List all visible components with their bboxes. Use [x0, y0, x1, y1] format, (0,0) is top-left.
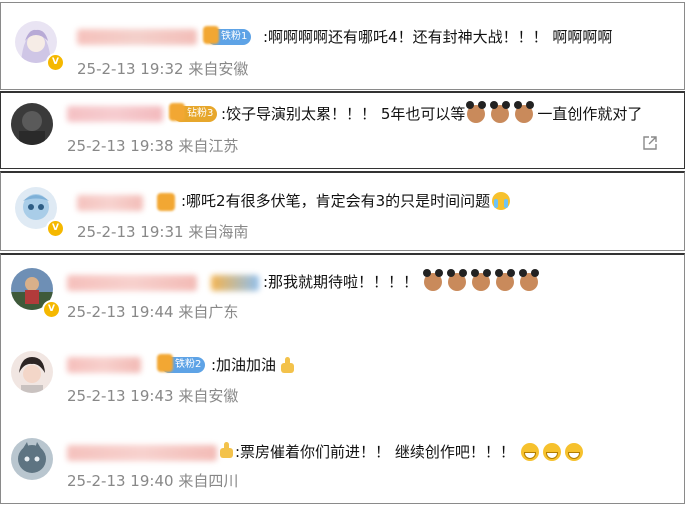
comment-location: 来自广东: [178, 303, 239, 321]
comment-text-part: :票房催着你们前进！！ 继续创作吧！！！: [235, 443, 515, 461]
comment-text-part: 一直创作就对了: [537, 105, 643, 123]
thumbs-up-emoji-icon: [217, 441, 235, 459]
comment-location: 来自四川: [178, 472, 239, 490]
comment-text: :票房催着你们前进！！ 继续创作吧！！！: [235, 442, 583, 462]
nezha-emoji-icon: [495, 269, 516, 291]
grin-emoji-icon: [542, 443, 561, 461]
nezha-emoji-icon: [519, 269, 540, 291]
comment-meta: 25-2-13 19:38 来自江苏: [67, 136, 238, 156]
crown-icon: [169, 103, 185, 121]
avatar[interactable]: [11, 438, 53, 480]
fan-badge: 铁粉2: [157, 354, 206, 373]
comment-time: 25-2-13 19:31: [77, 223, 184, 241]
comment-meta: 25-2-13 19:43 来自安徽: [67, 386, 238, 406]
crown-icon: [157, 193, 175, 211]
comment-text-part: :加油加油: [211, 356, 277, 374]
grin-emoji-icon: [520, 443, 539, 461]
comment-location: 来自安徽: [188, 60, 249, 78]
comment-card: V 铁粉1 :啊啊啊啊还有哪吒4！还有封神大战！！！ 啊啊啊啊 25-2-13 …: [0, 2, 685, 90]
comment-time: 25-2-13 19:32: [77, 60, 184, 78]
avatar[interactable]: [11, 103, 53, 145]
comment-text: :哪吒2有很多伏笔，肯定会有3的只是时间问题: [181, 191, 511, 211]
comment-meta: 25-2-13 19:32 来自安徽: [77, 59, 248, 79]
fan-badge: 铁粉1: [203, 26, 252, 45]
comment-meta: 25-2-13 19:31 来自海南: [77, 222, 248, 242]
verified-icon: V: [46, 53, 65, 72]
grin-emoji-icon: [564, 443, 583, 461]
nezha-emoji-icon: [423, 269, 444, 291]
fan-badge-label: 钻粉3: [187, 108, 214, 119]
username[interactable]: [67, 275, 197, 291]
fan-badge-label: 铁粉1: [221, 31, 248, 42]
comment-text: :饺子导演别太累！！！ 5年也可以等 一直创作就对了: [221, 101, 643, 124]
crown-icon: [157, 354, 173, 372]
username[interactable]: [77, 195, 143, 211]
cry-emoji-icon: [492, 192, 511, 210]
comment-card: 钻粉3 :饺子导演别太累！！！ 5年也可以等 一直创作就对了 25-2-13 19…: [0, 91, 685, 169]
username[interactable]: [67, 445, 217, 461]
share-icon[interactable]: [642, 135, 658, 151]
username[interactable]: [77, 29, 197, 45]
comment-text-part: :哪吒2有很多伏笔，肯定会有3的只是时间问题: [181, 192, 491, 210]
comment-text: :加油加油: [211, 355, 296, 375]
comment-text: :那我就期待啦！！！！: [263, 269, 540, 292]
comment-meta: 25-2-13 19:40 来自四川: [67, 471, 238, 491]
fan-badge: 钻粉3: [169, 103, 218, 122]
comment-text: :啊啊啊啊还有哪吒4！还有封神大战！！！ 啊啊啊啊: [263, 28, 613, 46]
verified-icon: V: [42, 300, 61, 319]
comment-card: V :哪吒2有很多伏笔，肯定会有3的只是时间问题 25-2-13 19:31 来…: [0, 171, 685, 251]
fan-badge: [211, 275, 259, 291]
thumbs-up-emoji-icon: [278, 356, 296, 374]
comment-time: 25-2-13 19:38: [67, 137, 174, 155]
comment-meta: 25-2-13 19:44 来自广东: [67, 302, 238, 322]
comment-location: 来自安徽: [178, 387, 239, 405]
nezha-emoji-icon: [466, 101, 487, 123]
comment-time: 25-2-13 19:40: [67, 472, 174, 490]
comment-location: 来自海南: [188, 223, 249, 241]
avatar[interactable]: [11, 351, 53, 393]
crown-icon: [203, 26, 219, 44]
comment-location: 来自江苏: [178, 137, 239, 155]
comment-text-part: :那我就期待啦！！！！: [263, 273, 419, 291]
comment-time: 25-2-13 19:43: [67, 387, 174, 405]
verified-icon: V: [46, 219, 65, 238]
comment-group: V :那我就期待啦！！！！ 25-2-13 19:44 来自广东 铁粉2 :加油: [0, 253, 685, 504]
username[interactable]: [67, 357, 141, 373]
nezha-emoji-icon: [514, 101, 535, 123]
nezha-emoji-icon: [447, 269, 468, 291]
fan-badge-label: 铁粉2: [175, 359, 202, 370]
nezha-emoji-icon: [490, 101, 511, 123]
nezha-emoji-icon: [471, 269, 492, 291]
comment-text-part: :饺子导演别太累！！！ 5年也可以等: [221, 105, 466, 123]
comment-time: 25-2-13 19:44: [67, 303, 174, 321]
username[interactable]: [67, 106, 163, 122]
